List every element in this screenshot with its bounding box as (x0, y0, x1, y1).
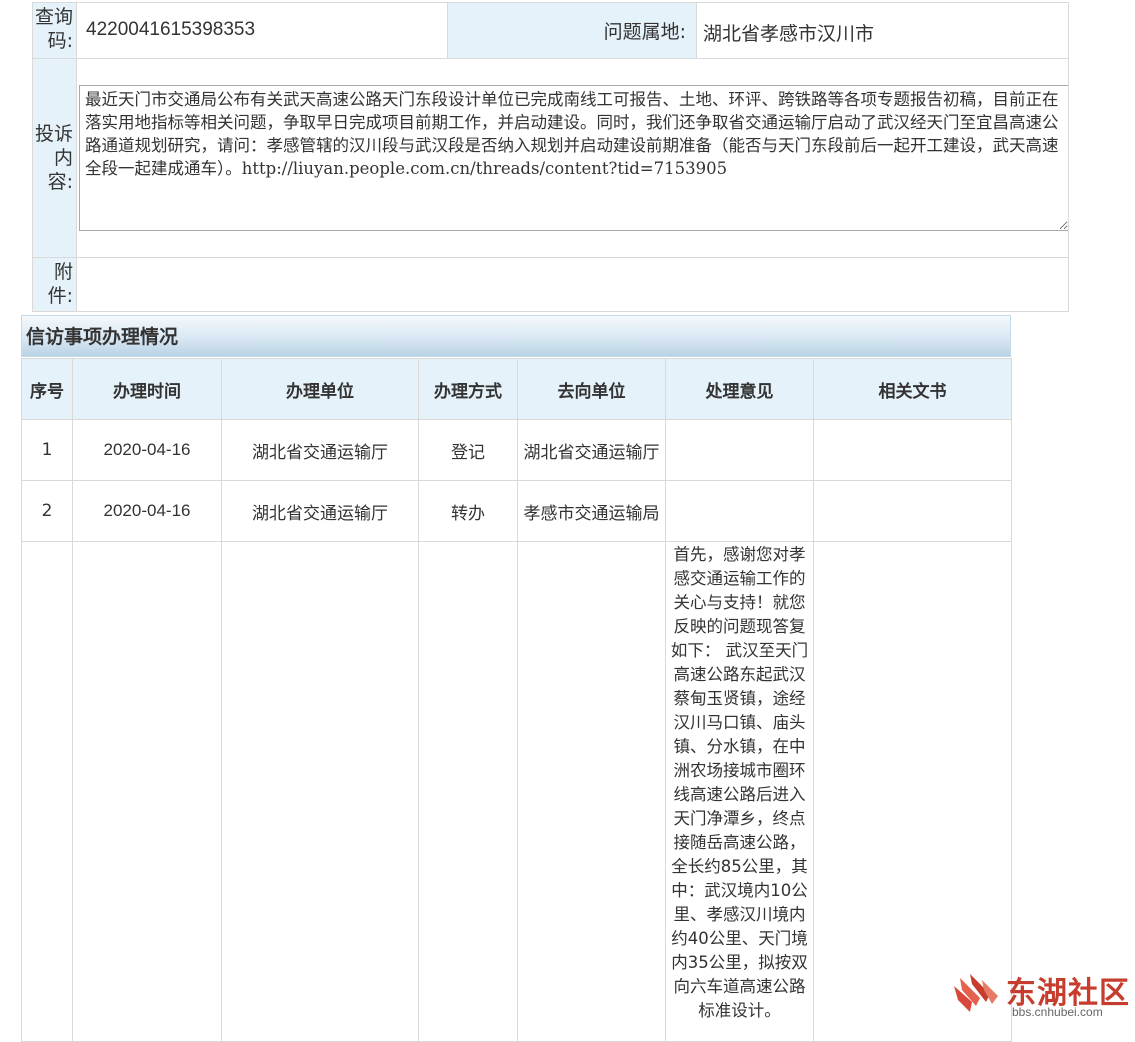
content-label: 投诉内容: (32, 58, 77, 258)
col-header-method: 办理方式 (418, 358, 518, 420)
cell-no: 2 (21, 480, 73, 542)
col-header-unit: 办理单位 (221, 358, 419, 420)
cell-no (21, 541, 73, 1042)
cell-method: 转办 (418, 480, 518, 542)
cell-docs (813, 480, 1012, 542)
cell-opinion (665, 480, 814, 542)
attachment-value (76, 257, 1069, 312)
section-header: 信访事项办理情况 (21, 315, 1011, 357)
watermark-site: bbs.cnhubei.com (1012, 1005, 1103, 1019)
cell-target: 孝感市交通运输局 (517, 480, 666, 542)
col-header-opinion: 处理意见 (665, 358, 814, 420)
cell-opinion: 首先，感谢您对孝感交通运输工作的关心与支持！就您反映的问题现答复如下： 武汉至天… (665, 541, 814, 1042)
complaint-content-textarea[interactable]: 最近天门市交通局公布有关武天高速公路天门东段设计单位已完成南线工可报告、土地、环… (79, 85, 1069, 231)
col-header-date: 办理时间 (72, 358, 222, 420)
table-row: 2 2020-04-16 湖北省交通运输厅 转办 孝感市交通运输局 (21, 480, 1012, 542)
query-code-label: 查询码: (32, 2, 77, 59)
content-cell: 最近天门市交通局公布有关武天高速公路天门东段设计单位已完成南线工可报告、土地、环… (76, 58, 1069, 258)
cell-method: 登记 (418, 419, 518, 481)
region-value: 湖北省孝感市汉川市 (696, 2, 1069, 59)
cell-unit (221, 541, 419, 1042)
region-label: 问题属地: (447, 2, 697, 59)
watermark-logo: 东湖社区 bbs.cnhubei.com (950, 968, 1130, 1023)
query-code-value: 4220041615398353 (76, 2, 448, 59)
attachment-label: 附件: (32, 257, 77, 312)
complaint-info-table: 查询码: 4220041615398353 问题属地: 湖北省孝感市汉川市 投诉… (32, 2, 1069, 312)
process-table: 序号 办理时间 办理单位 办理方式 去向单位 处理意见 相关文书 1 2020-… (21, 358, 1012, 1042)
cell-date: 2020-04-16 (72, 419, 222, 481)
col-header-no: 序号 (21, 358, 73, 420)
hand-logo-icon (954, 974, 998, 1012)
cell-date: 2020-04-16 (72, 480, 222, 542)
cell-unit: 湖北省交通运输厅 (221, 480, 419, 542)
table-row: 首先，感谢您对孝感交通运输工作的关心与支持！就您反映的问题现答复如下： 武汉至天… (21, 541, 1012, 1042)
cell-method (418, 541, 518, 1042)
cell-date (72, 541, 222, 1042)
table-header-row: 序号 办理时间 办理单位 办理方式 去向单位 处理意见 相关文书 (21, 358, 1012, 420)
col-header-docs: 相关文书 (813, 358, 1012, 420)
cell-no: 1 (21, 419, 73, 481)
cell-unit: 湖北省交通运输厅 (221, 419, 419, 481)
table-row: 1 2020-04-16 湖北省交通运输厅 登记 湖北省交通运输厅 (21, 419, 1012, 481)
cell-docs (813, 541, 1012, 1042)
col-header-target: 去向单位 (517, 358, 666, 420)
cell-docs (813, 419, 1012, 481)
cell-opinion (665, 419, 814, 481)
cell-target: 湖北省交通运输厅 (517, 419, 666, 481)
cell-target (517, 541, 666, 1042)
